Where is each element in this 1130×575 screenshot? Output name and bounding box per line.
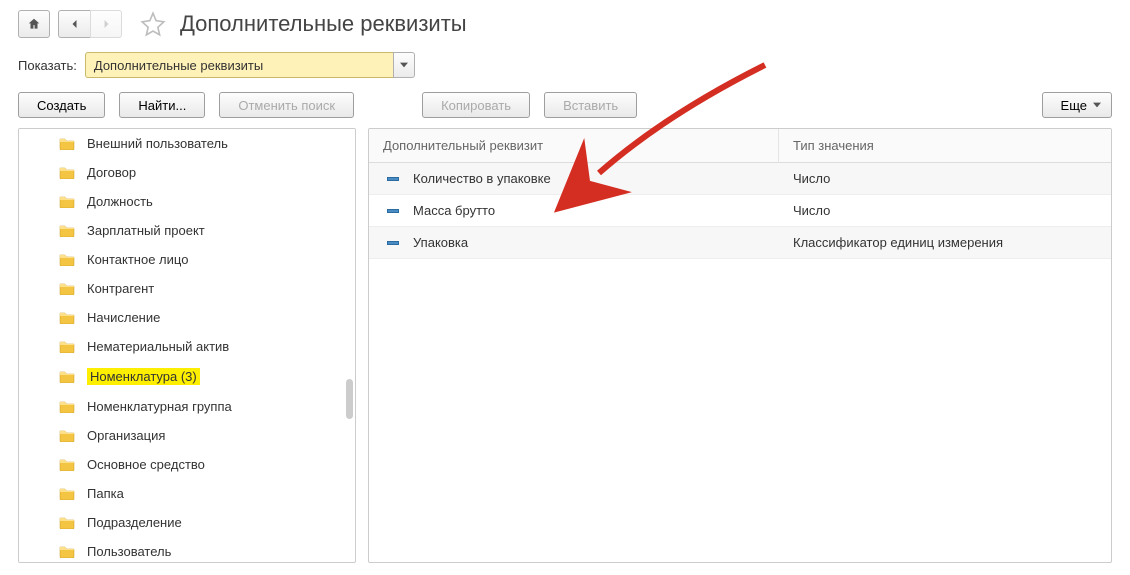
table-row[interactable]: Количество в упаковке Число (369, 163, 1111, 195)
tree-item[interactable]: Нематериальный актив (19, 332, 355, 361)
arrow-left-icon (69, 18, 81, 30)
table-row[interactable]: Упаковка Классификатор единиц измерения (369, 227, 1111, 259)
folder-icon (59, 458, 75, 471)
copy-button: Копировать (422, 92, 530, 118)
cell-type: Число (793, 203, 830, 218)
tree-item-label: Пользователь (87, 544, 171, 559)
folder-icon (59, 340, 75, 353)
col-header-type[interactable]: Тип значения (779, 129, 1111, 162)
tree-item[interactable]: Внешний пользователь (19, 129, 355, 158)
attributes-table: Дополнительный реквизит Тип значения Кол… (368, 128, 1112, 563)
folder-icon (59, 545, 75, 558)
tree-item-label: Начисление (87, 310, 160, 325)
folder-icon (59, 195, 75, 208)
tree-item-label: Номенклатура (3) (87, 368, 200, 385)
home-icon (27, 17, 41, 31)
page-title: Дополнительные реквизиты (180, 11, 467, 37)
attribute-icon (387, 209, 399, 213)
back-button[interactable] (58, 10, 90, 38)
folder-icon (59, 166, 75, 179)
forward-button (90, 10, 122, 38)
tree-item[interactable]: Договор (19, 158, 355, 187)
filter-value[interactable]: Дополнительные реквизиты (85, 52, 393, 78)
cell-name: Упаковка (413, 235, 468, 250)
folder-icon (59, 516, 75, 529)
tree-item-label: Внешний пользователь (87, 136, 228, 151)
filter-dropdown-button[interactable] (393, 52, 415, 78)
tree-item[interactable]: Номенклатурная группа (19, 392, 355, 421)
tree-item-label: Номенклатурная группа (87, 399, 232, 414)
tree-item-label: Должность (87, 194, 153, 209)
col-header-name[interactable]: Дополнительный реквизит (369, 129, 779, 162)
cell-name: Масса брутто (413, 203, 495, 218)
paste-button: Вставить (544, 92, 637, 118)
tree-item-label: Основное средство (87, 457, 205, 472)
scrollbar[interactable] (346, 379, 353, 419)
folder-icon (59, 429, 75, 442)
tree-item[interactable]: Должность (19, 187, 355, 216)
folder-icon (59, 253, 75, 266)
cancel-search-button: Отменить поиск (219, 92, 354, 118)
tree-item-label: Контактное лицо (87, 252, 188, 267)
attribute-icon (387, 241, 399, 245)
favorite-star-icon[interactable] (140, 11, 166, 37)
tree-item[interactable]: Основное средство (19, 450, 355, 479)
tree-item[interactable]: Подразделение (19, 508, 355, 537)
attribute-icon (387, 177, 399, 181)
folder-icon (59, 282, 75, 295)
folder-icon (59, 137, 75, 150)
folder-icon (59, 311, 75, 324)
tree-item-label: Папка (87, 486, 124, 501)
filter-label: Показать: (18, 58, 77, 73)
table-row[interactable]: Масса брутто Число (369, 195, 1111, 227)
create-button[interactable]: Создать (18, 92, 105, 118)
cell-type: Число (793, 171, 830, 186)
more-button[interactable]: Еще (1042, 92, 1112, 118)
more-label: Еще (1061, 98, 1087, 113)
tree-item[interactable]: Зарплатный проект (19, 216, 355, 245)
filter-select[interactable]: Дополнительные реквизиты (85, 52, 415, 78)
tree-item[interactable]: Контрагент (19, 274, 355, 303)
folder-icon (59, 400, 75, 413)
arrow-right-icon (100, 18, 112, 30)
tree-item-label: Контрагент (87, 281, 154, 296)
cell-type: Классификатор единиц измерения (793, 235, 1003, 250)
table-header: Дополнительный реквизит Тип значения (369, 129, 1111, 163)
category-tree[interactable]: Внешний пользователь Договор Должность Зарп… (18, 128, 356, 563)
folder-icon (59, 487, 75, 500)
folder-icon (59, 224, 75, 237)
cell-name: Количество в упаковке (413, 171, 551, 186)
tree-item-label: Договор (87, 165, 136, 180)
tree-item[interactable]: Начисление (19, 303, 355, 332)
tree-item[interactable]: Номенклатура (3) (19, 361, 355, 392)
tree-item[interactable]: Организация (19, 421, 355, 450)
tree-item-label: Организация (87, 428, 165, 443)
home-button[interactable] (18, 10, 50, 38)
tree-item-label: Нематериальный актив (87, 339, 229, 354)
tree-item[interactable]: Контактное лицо (19, 245, 355, 274)
chevron-down-icon (400, 62, 408, 68)
tree-item-label: Зарплатный проект (87, 223, 205, 238)
folder-icon (59, 370, 75, 383)
tree-item[interactable]: Пользователь (19, 537, 355, 563)
chevron-down-icon (1093, 102, 1101, 108)
find-button[interactable]: Найти... (119, 92, 205, 118)
tree-item[interactable]: Папка (19, 479, 355, 508)
tree-item-label: Подразделение (87, 515, 182, 530)
